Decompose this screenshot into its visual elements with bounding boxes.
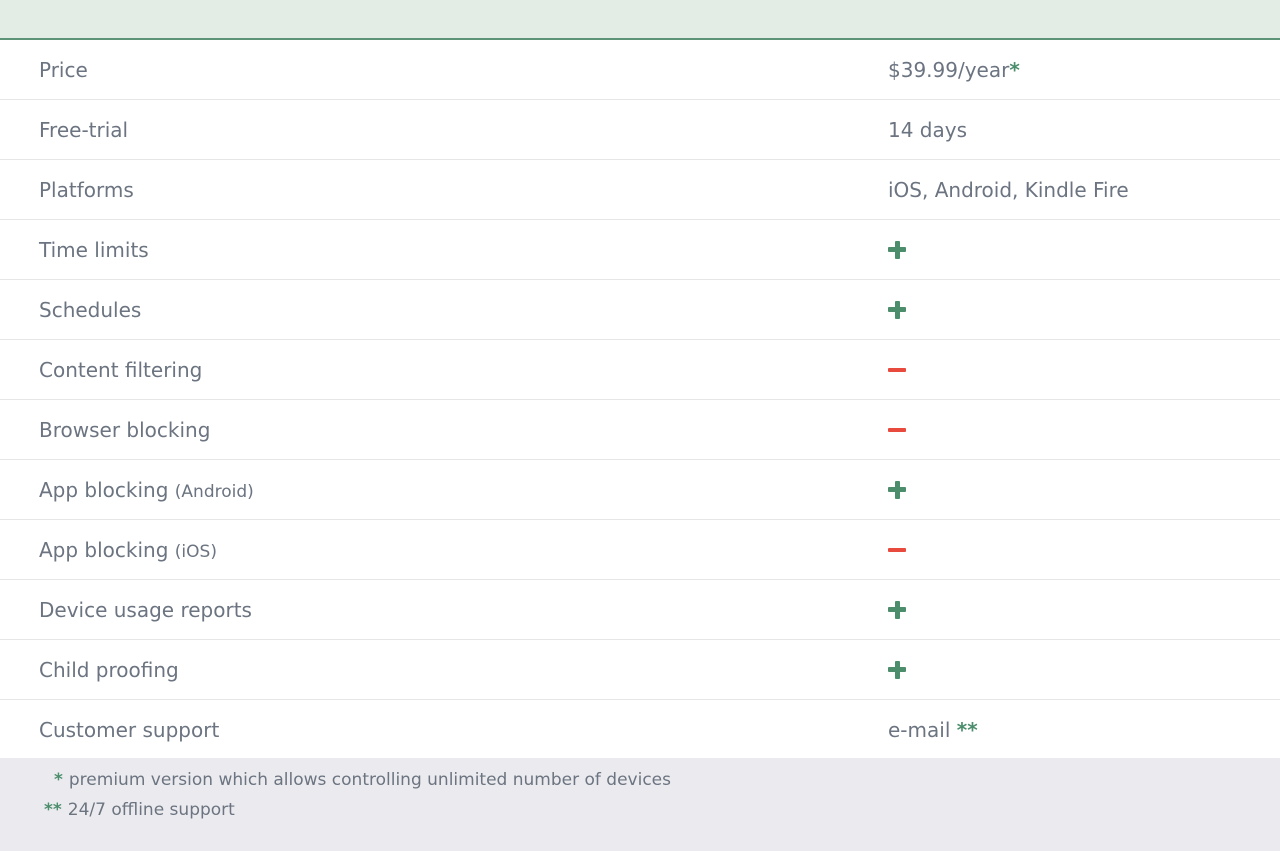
row-label: Device usage reports (39, 597, 252, 622)
row-label-qualifier: (iOS) (174, 541, 217, 562)
footnote-marker: ** (44, 800, 62, 820)
plus-icon (888, 300, 906, 319)
table-row-time-limits: Time limits (0, 220, 1280, 280)
table-row-app-blocking-ios: App blocking (iOS) (0, 520, 1280, 580)
plus-icon (888, 660, 906, 679)
table-row-device-usage-reports: Device usage reports (0, 580, 1280, 640)
plus-icon (888, 600, 906, 619)
footnote-text: 24/7 offline support (67, 800, 235, 820)
minus-icon (888, 361, 906, 379)
footnotes-panel: * premium version which allows controllin… (0, 758, 1280, 851)
row-label: Content filtering (39, 357, 203, 382)
row-label: Platforms (39, 177, 134, 202)
footnote-marker: * (54, 770, 63, 790)
footnote-marker: * (1009, 57, 1020, 82)
row-value: $39.99/year * (888, 57, 1020, 82)
row-value: e-mail ** (888, 717, 978, 742)
row-label: App blocking (Android) (39, 477, 254, 502)
table-row-platforms: Platforms iOS, Android, Kindle Fire (0, 160, 1280, 220)
table-row-content-filtering: Content filtering (0, 340, 1280, 400)
row-label: Schedules (39, 297, 142, 322)
footnote-marker: ** (956, 717, 978, 742)
table-row-child-proofing: Child proofing (0, 640, 1280, 700)
row-label: Browser blocking (39, 417, 211, 442)
minus-icon (888, 421, 906, 439)
row-label: Time limits (39, 237, 149, 262)
row-value: iOS, Android, Kindle Fire (888, 177, 1129, 202)
table-header-bar (0, 0, 1280, 40)
footnote-text: premium version which allows controlling… (68, 770, 671, 790)
table-row-app-blocking-android: App blocking (Android) (0, 460, 1280, 520)
table-row-browser-blocking: Browser blocking (0, 400, 1280, 460)
footnote-item: ** 24/7 offline support (44, 800, 235, 820)
minus-icon (888, 541, 906, 559)
row-label: Child proofing (39, 657, 179, 682)
row-label: Free-trial (39, 117, 129, 142)
row-value: 14 days (888, 117, 968, 142)
table-row-free-trial: Free-trial 14 days (0, 100, 1280, 160)
table-row-customer-support: Customer support e-mail ** (0, 700, 1280, 759)
plus-icon (888, 240, 906, 259)
row-label-qualifier: (Android) (174, 481, 254, 502)
row-label: Price (39, 57, 88, 82)
table-row-schedules: Schedules (0, 280, 1280, 340)
row-label: Customer support (39, 717, 220, 742)
row-label: App blocking (iOS) (39, 537, 217, 562)
footnote-item: * premium version which allows controllin… (54, 770, 671, 790)
table-row-price: Price $39.99/year * (0, 40, 1280, 100)
plus-icon (888, 480, 906, 499)
comparison-table: Price $39.99/year * Free-trial 14 days Pl… (0, 40, 1280, 759)
